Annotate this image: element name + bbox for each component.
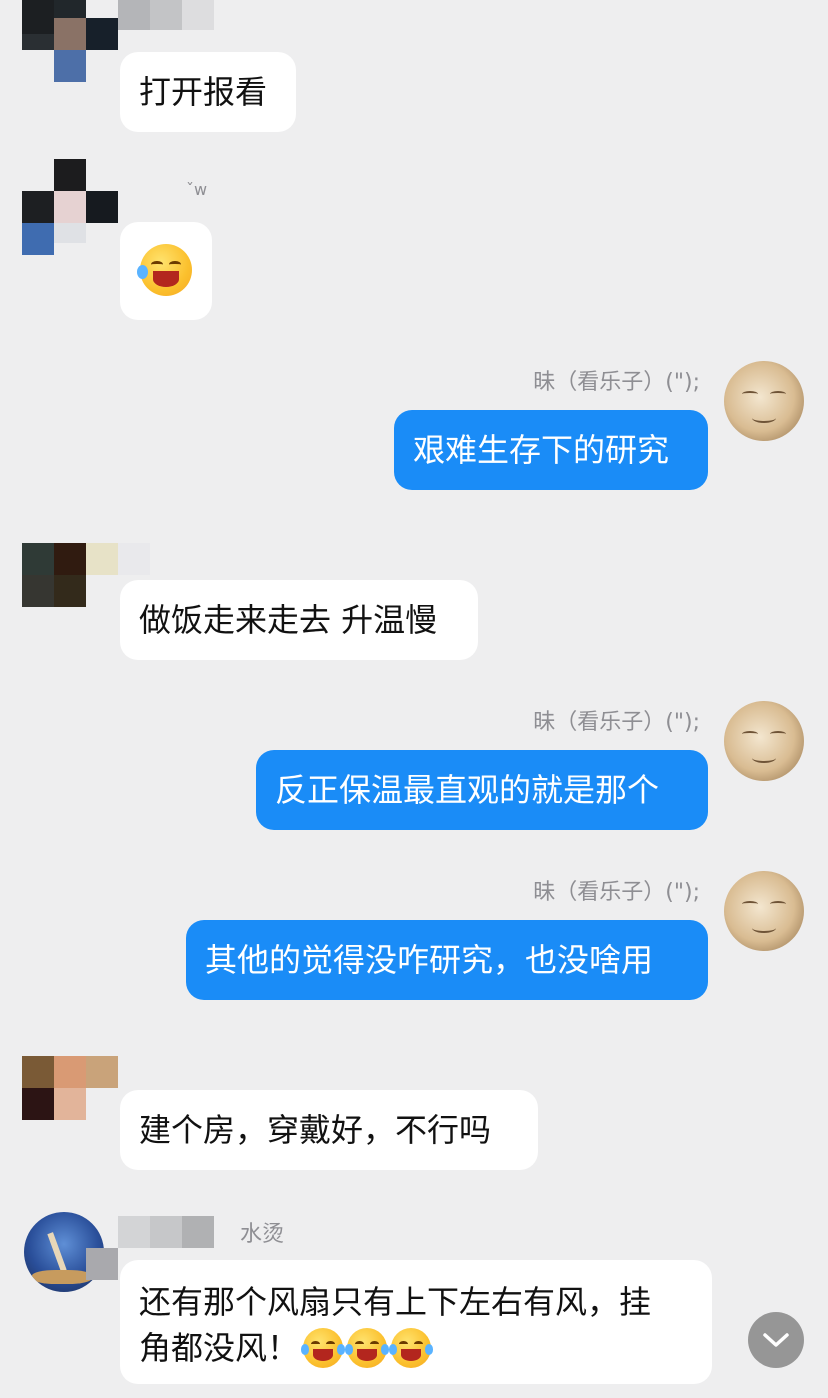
avatar[interactable] (22, 0, 118, 82)
avatar-self[interactable] (724, 871, 804, 951)
avatar[interactable] (22, 159, 118, 255)
scroll-to-bottom-button[interactable] (748, 1312, 804, 1368)
message-bubble-outgoing[interactable]: 艰难生存下的研究 (394, 410, 708, 490)
avatar-self[interactable] (724, 701, 804, 781)
message-text: 建个房，穿戴好，不行吗 (139, 1111, 492, 1149)
message-text: 艰难生存下的研究 (413, 431, 670, 469)
message-bubble-incoming[interactable]: 建个房，穿戴好，不行吗 (120, 1090, 538, 1170)
avatar[interactable] (22, 1056, 118, 1120)
message-text: 做饭走来走去 升温慢 (139, 601, 438, 639)
chevron-down-icon (763, 1333, 789, 1347)
laughing-tears-emoji-icon (136, 244, 192, 296)
message-text: 反正保温最直观的就是那个 (275, 771, 660, 809)
sender-name: 水烫 (240, 1222, 285, 1247)
avatar-overlay-blurred (86, 1248, 118, 1280)
message-text: 其他的觉得没咋研究，也没啥用 (205, 941, 654, 979)
sender-name-blurred (118, 0, 214, 30)
message-bubble-outgoing[interactable]: 反正保温最直观的就是那个 (256, 750, 708, 830)
sender-name-blurred (118, 1216, 214, 1248)
message-bubble-outgoing[interactable]: 其他的觉得没咋研究，也没啥用 (186, 920, 708, 1000)
tears-of-joy-emoji-icon (344, 1328, 390, 1368)
message-text-line: 还有那个风扇只有上下左右有风，挂 (139, 1283, 652, 1321)
message-bubble-incoming[interactable]: 做饭走来走去 升温慢 (120, 580, 478, 660)
sender-name: 昧（看乐子）("); (533, 710, 700, 735)
message-bubble-incoming[interactable]: 还有那个风扇只有上下左右有风，挂 角都没风！ (120, 1260, 712, 1384)
message-text-line: 角都没风！ (139, 1329, 300, 1367)
message-text: 打开报看 (139, 73, 268, 111)
tears-of-joy-emoji-icon (388, 1328, 434, 1368)
tears-of-joy-emoji-icon (300, 1328, 346, 1368)
sender-name: 昧（看乐子）("); (533, 370, 700, 395)
sender-name: ˇw (186, 180, 208, 199)
message-bubble-incoming[interactable]: 打开报看 (120, 52, 296, 132)
sender-name: 昧（看乐子）("); (533, 880, 700, 905)
avatar-self[interactable] (724, 361, 804, 441)
message-bubble-incoming[interactable] (120, 222, 212, 320)
